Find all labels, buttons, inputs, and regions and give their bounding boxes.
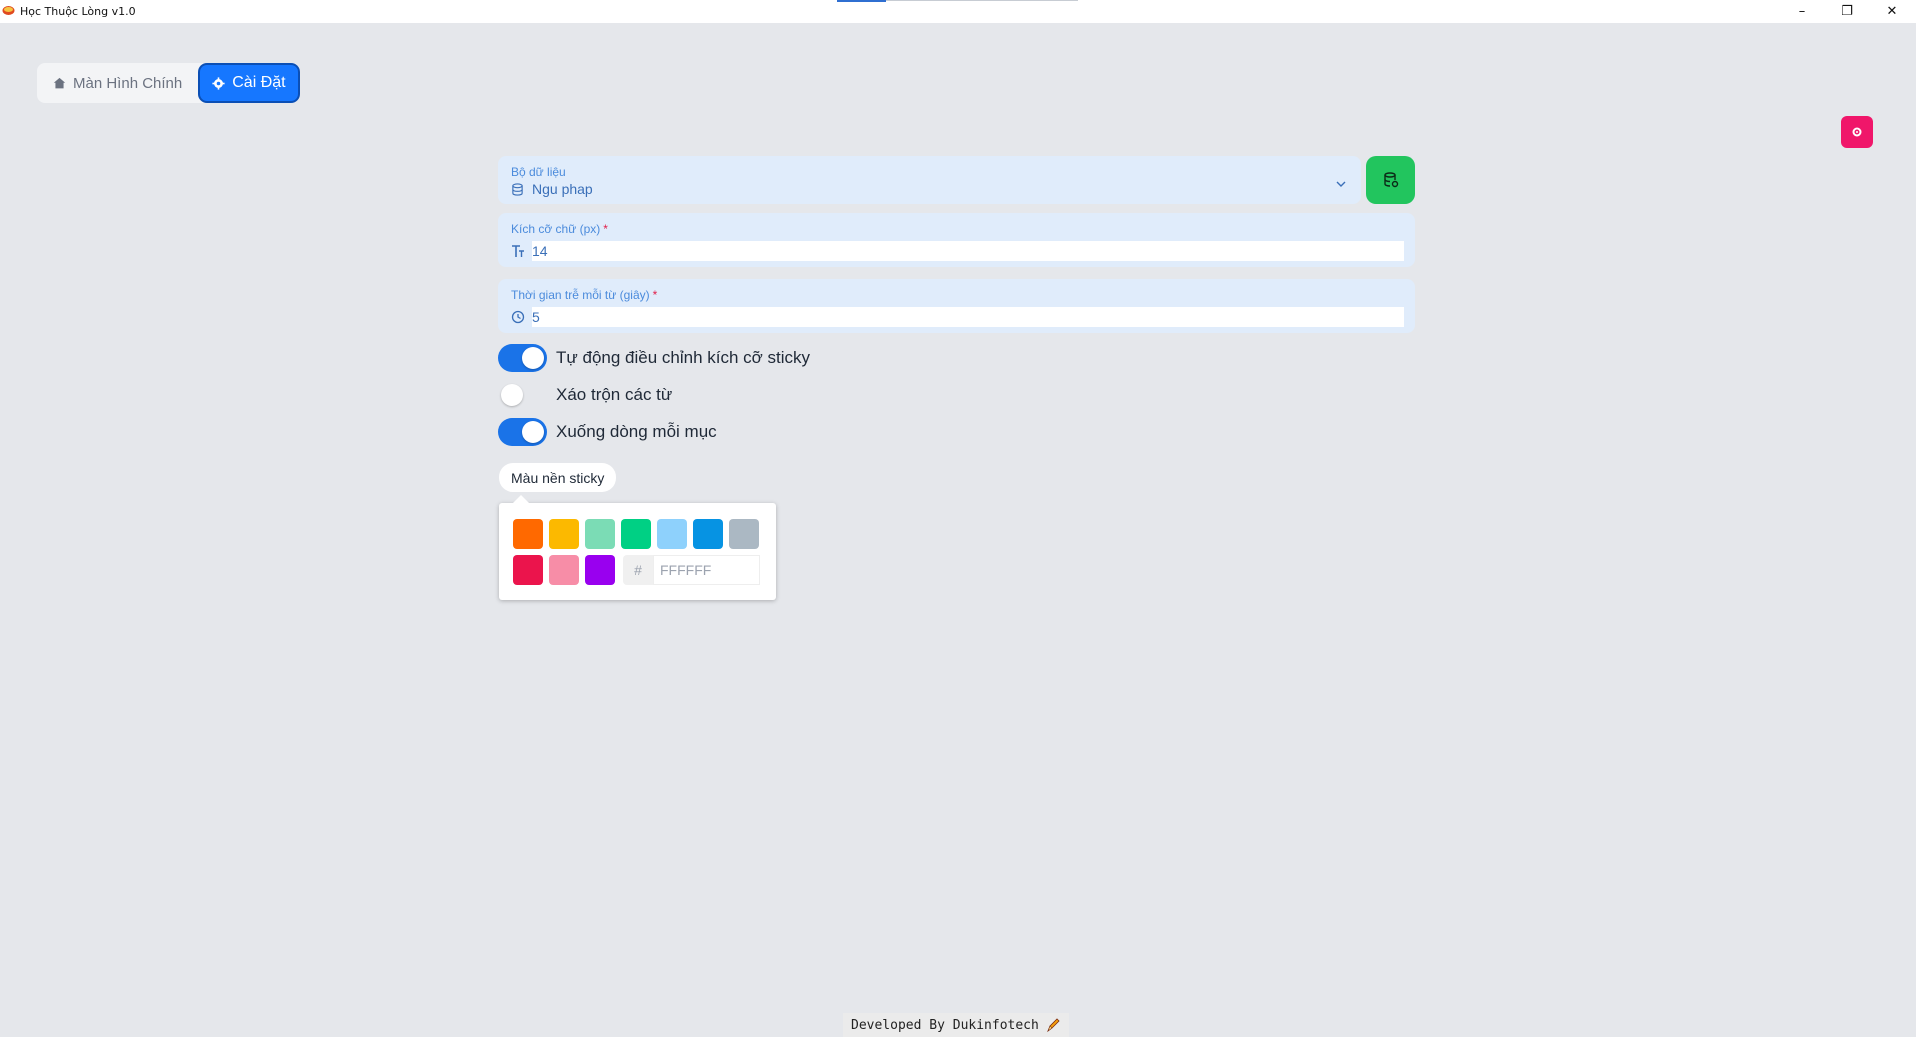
hex-color-input[interactable]: FFFFFF [653, 555, 760, 585]
window-title: Học Thuộc Lòng v1.0 [20, 5, 136, 18]
delay-label: Thời gian trễ mỗi từ (giây) * [511, 288, 658, 302]
line-break-switch[interactable] [498, 418, 547, 446]
color-swatch[interactable] [693, 519, 723, 549]
main-tabs: Màn Hình Chính Cài Đặt [37, 63, 300, 103]
close-button[interactable]: ✕ [1869, 0, 1915, 23]
settings-gear-icon [1852, 127, 1862, 137]
color-swatch[interactable] [513, 519, 543, 549]
font-size-field: Kích cỡ chữ (px) * 14 [498, 213, 1415, 267]
toggle-line-break: Xuống dòng mỗi mục [498, 418, 717, 446]
clock-icon [511, 310, 525, 324]
title-accent-bar [837, 0, 886, 2]
delay-value: 5 [532, 309, 540, 325]
toggle-auto-resize: Tự động điều chỉnh kích cỡ sticky [498, 344, 810, 372]
font-size-value: 14 [532, 243, 548, 259]
hex-prefix: # [623, 555, 653, 585]
color-swatch[interactable] [549, 555, 579, 585]
tab-home[interactable]: Màn Hình Chính [37, 63, 198, 103]
database-icon [512, 182, 523, 196]
delay-field: Thời gian trễ mỗi từ (giây) * 5 [498, 279, 1415, 333]
chevron-down-icon [1336, 181, 1346, 187]
color-swatch[interactable] [657, 519, 687, 549]
shuffle-switch[interactable] [498, 381, 547, 409]
restore-icon: ❐ [1841, 4, 1853, 19]
dataset-label: Bộ dữ liệu [511, 165, 566, 179]
tab-settings-label: Cài Đặt [232, 74, 286, 91]
restore-button[interactable]: ❐ [1824, 0, 1870, 23]
minimize-icon: – [1798, 4, 1806, 19]
color-swatch[interactable] [729, 519, 759, 549]
toggle-shuffle: Xáo trộn các từ [498, 381, 672, 409]
color-swatch[interactable] [585, 555, 615, 585]
title-bar: Học Thuộc Lòng v1.0 – ❐ ✕ [0, 0, 1916, 23]
close-icon: ✕ [1886, 4, 1898, 19]
color-swatch[interactable] [513, 555, 543, 585]
manage-dataset-button[interactable] [1366, 156, 1415, 204]
auto-resize-label: Tự động điều chỉnh kích cỡ sticky [556, 348, 811, 367]
tab-home-label: Màn Hình Chính [73, 74, 183, 92]
footer-credit: Developed By Dukinfotech [843, 1013, 1069, 1037]
line-break-label: Xuống dòng mỗi mục [556, 422, 717, 441]
footer-text: Developed By Dukinfotech [851, 1017, 1039, 1033]
dataset-select[interactable]: Bộ dữ liệu Ngu phap [498, 156, 1361, 204]
sticky-color-button[interactable]: Màu nền sticky [499, 463, 617, 492]
color-swatch[interactable] [585, 519, 615, 549]
title-divider [886, 0, 1078, 1]
dataset-selected-text: Ngu phap [532, 181, 593, 197]
shuffle-label: Xáo trộn các từ [556, 385, 673, 404]
color-picker-popover: # FFFFFF [499, 495, 776, 600]
pencil-icon [1046, 1018, 1060, 1033]
text-size-icon [512, 245, 524, 257]
font-size-label: Kích cỡ chữ (px) * [511, 222, 608, 236]
quick-action-button[interactable] [1841, 116, 1873, 148]
minimize-button[interactable]: – [1779, 0, 1825, 23]
auto-resize-switch[interactable] [498, 344, 547, 372]
home-icon [53, 77, 66, 88]
gear-icon [212, 76, 225, 90]
delay-input[interactable]: 5 [532, 307, 1404, 327]
color-swatch[interactable] [621, 519, 651, 549]
font-size-input[interactable]: 14 [532, 241, 1404, 261]
app-logo-icon [2, 6, 15, 15]
popover-arrow [513, 495, 529, 503]
dataset-value: Ngu phap [511, 181, 593, 197]
tab-settings[interactable]: Cài Đặt [200, 65, 298, 101]
database-settings-icon [1383, 172, 1398, 188]
color-swatch[interactable] [549, 519, 579, 549]
